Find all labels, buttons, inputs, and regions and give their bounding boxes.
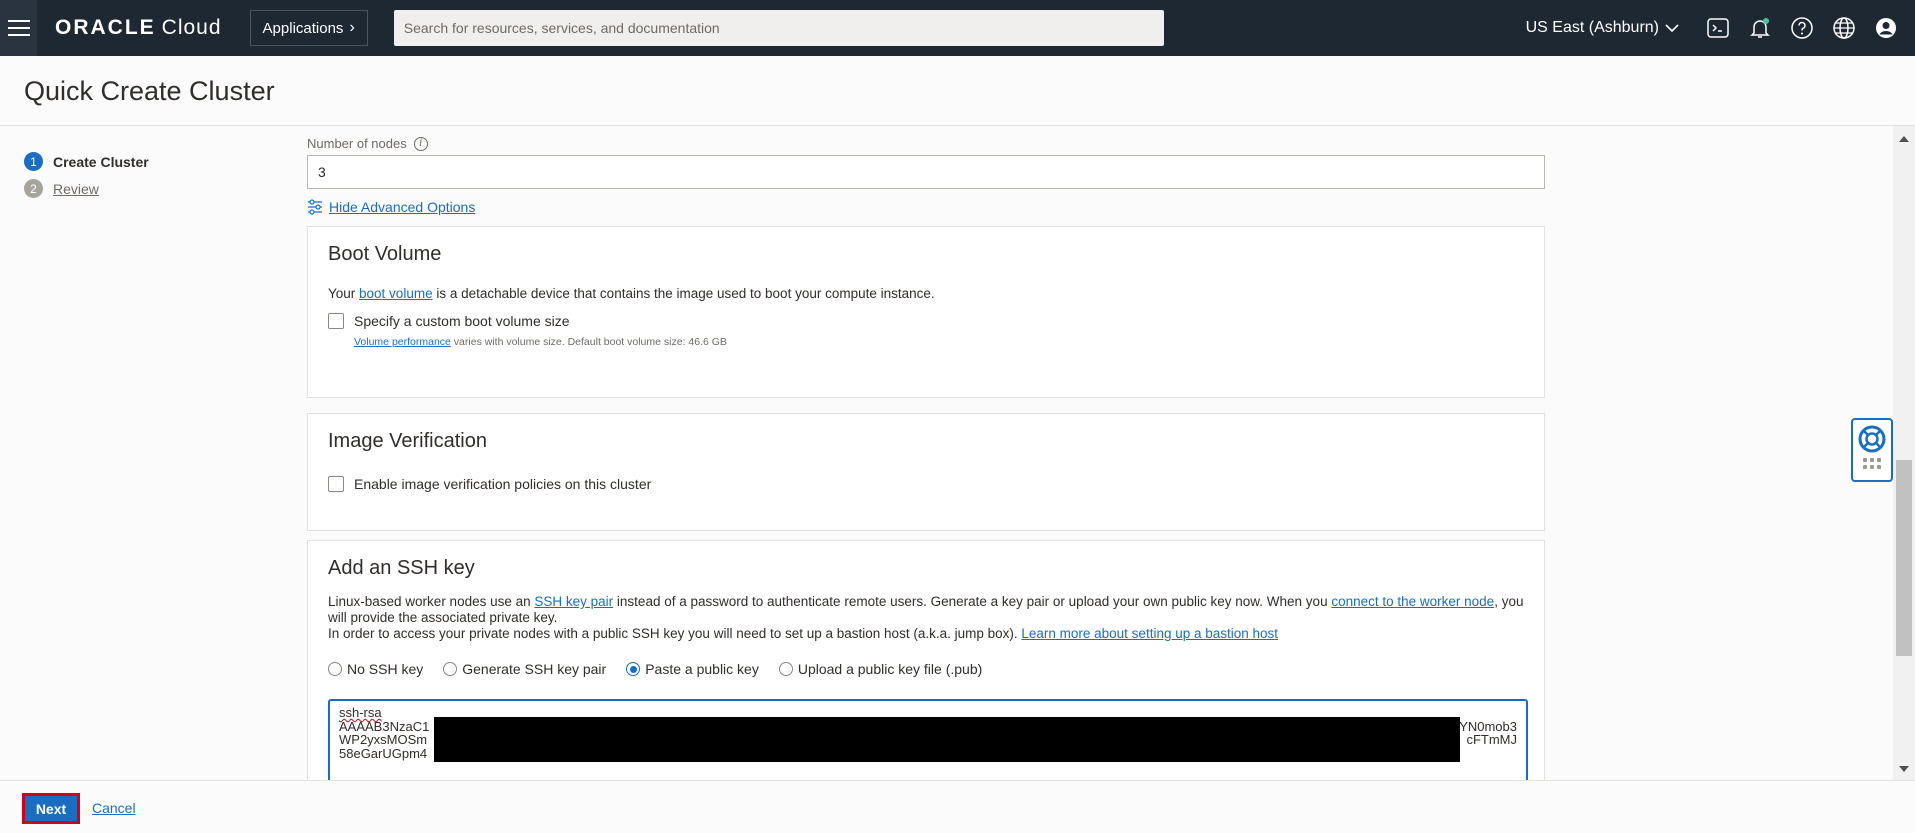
ssh-key-description: Linux-based worker nodes use an SSH key … <box>328 594 1528 642</box>
key-text: YN0mob3 <box>1459 718 1517 734</box>
step-label: Review <box>53 180 99 197</box>
boot-volume-link[interactable]: boot volume <box>359 286 433 301</box>
boot-volume-hint-text: varies with volume size. Default boot vo… <box>450 336 727 348</box>
connect-worker-node-link[interactable]: connect to the worker node <box>1331 594 1494 609</box>
oracle-cloud-logo[interactable]: ORACLE Cloud <box>55 16 222 40</box>
radio-label: Paste a public key <box>645 661 759 677</box>
step-number: 2 <box>24 179 43 198</box>
cloud-shell-icon[interactable] <box>1705 15 1731 41</box>
language-globe-icon[interactable] <box>1831 15 1857 41</box>
redaction-block <box>434 717 1460 762</box>
page-title: Quick Create Cluster <box>24 76 275 106</box>
radio-button[interactable] <box>328 662 342 676</box>
radio-upload-public-key-file[interactable]: Upload a public key file (.pub) <box>778 661 983 677</box>
help-widget[interactable] <box>1851 418 1893 482</box>
nodes-label: Number of nodes <box>307 136 407 151</box>
radio-label: Upload a public key file (.pub) <box>797 661 983 677</box>
applications-label: Applications <box>262 19 344 37</box>
radio-paste-public-key[interactable]: Paste a public key <box>626 661 759 677</box>
wizard-footer: Next Cancel <box>0 780 1915 833</box>
key-text: AAAAB3NzaC1 <box>339 718 430 734</box>
scroll-down-arrow-icon[interactable] <box>1899 766 1909 772</box>
radio-generate-ssh-key-pair[interactable]: Generate SSH key pair <box>443 661 606 677</box>
step-label: Create Cluster <box>53 153 149 170</box>
nodes-value: 3 <box>318 164 326 180</box>
step-create-cluster[interactable]: 1 Create Cluster <box>24 148 149 175</box>
key-type: ssh-rsa <box>339 705 382 720</box>
custom-boot-volume-label: Specify a custom boot volume size <box>354 313 570 329</box>
menu-icon[interactable] <box>0 0 37 56</box>
key-text: 58eGarUGpm4 <box>339 745 428 761</box>
drag-handle-icon[interactable] <box>1863 458 1881 469</box>
ssh-key-options: No SSH key Generate SSH key pair Paste a… <box>328 661 982 677</box>
step-number: 1 <box>24 152 43 171</box>
radio-label: No SSH key <box>347 661 424 677</box>
ssh-text-a: Linux-based worker nodes use an <box>328 594 535 609</box>
boot-volume-panel: Boot Volume Your boot volume is a detach… <box>307 226 1545 398</box>
radio-no-ssh-key[interactable]: No SSH key <box>328 661 423 677</box>
image-verification-title: Image Verification <box>328 430 487 452</box>
region-label: US East (Ashburn) <box>1525 19 1659 36</box>
scrollbar-thumb[interactable] <box>1896 460 1912 656</box>
lifebuoy-icon <box>1858 425 1886 453</box>
bastion-text: In order to access your private nodes wi… <box>328 626 1022 641</box>
region-selector[interactable]: US East (Ashburn) <box>1526 19 1679 37</box>
help-icon[interactable] <box>1789 15 1815 41</box>
main-scrollbar[interactable] <box>1893 126 1915 780</box>
ssh-text-b: instead of a password to authenticate re… <box>613 594 1332 609</box>
boot-volume-text-prefix: Your <box>328 286 360 301</box>
ssh-public-key-textarea[interactable]: ssh-rsa AAAAB3NzaC1 YN0mob3 WP2yxsMOSm cFT… <box>328 699 1528 780</box>
hide-advanced-options-link[interactable]: Hide Advanced Options <box>307 199 475 215</box>
radio-button[interactable] <box>778 662 793 676</box>
next-button[interactable]: Next <box>22 793 80 824</box>
ssh-key-title: Add an SSH key <box>328 557 475 579</box>
ssh-key-pair-link[interactable]: SSH key pair <box>534 594 613 609</box>
info-icon[interactable]: i <box>413 136 428 151</box>
user-profile-icon[interactable] <box>1873 15 1899 41</box>
key-text: WP2yxsMOSm <box>339 732 428 747</box>
boot-volume-description: Your boot volume is a detachable device … <box>328 286 935 301</box>
notifications-bell-icon[interactable] <box>1747 15 1773 41</box>
cancel-link[interactable]: Cancel <box>92 800 136 816</box>
custom-boot-volume-checkbox[interactable] <box>328 313 344 329</box>
logo-brand: ORACLE <box>55 16 156 39</box>
wizard-steps: 1 Create Cluster 2 Review <box>24 148 149 202</box>
boot-volume-hint: Volume performance varies with volume si… <box>354 336 727 348</box>
image-verification-row[interactable]: Enable image verification policies on th… <box>328 476 651 492</box>
custom-boot-volume-row[interactable]: Specify a custom boot volume size <box>328 313 570 329</box>
search-placeholder: Search for resources, services, and docu… <box>403 20 720 36</box>
boot-volume-text-suffix: is a detachable device that contains the… <box>432 286 935 301</box>
advanced-options-label: Hide Advanced Options <box>329 199 476 215</box>
search-input[interactable]: Search for resources, services, and docu… <box>393 10 1164 46</box>
radio-button[interactable] <box>443 662 458 676</box>
chevron-down-icon <box>1665 24 1679 33</box>
bastion-host-link[interactable]: Learn more about setting up a bastion ho… <box>1021 626 1278 641</box>
top-navigation-bar: ORACLE Cloud Applications › Search for r… <box>0 0 1915 56</box>
page-header: Quick Create Cluster <box>0 56 1915 126</box>
scroll-up-arrow-icon[interactable] <box>1899 136 1909 142</box>
logo-product: Cloud <box>161 16 222 39</box>
applications-button[interactable]: Applications › <box>249 10 368 46</box>
nodes-field-label: Number of nodes i <box>307 136 428 151</box>
radio-button-selected[interactable] <box>626 662 641 676</box>
chevron-right-icon: › <box>349 19 355 36</box>
number-of-nodes-input[interactable]: 3 <box>307 155 1545 189</box>
ssh-key-panel: Add an SSH key Linux-based worker nodes … <box>307 540 1545 780</box>
sliders-icon <box>308 199 322 215</box>
key-text: cFTmMJ <box>1466 732 1517 747</box>
volume-performance-link[interactable]: Volume performance <box>354 336 451 348</box>
boot-volume-title: Boot Volume <box>328 243 442 265</box>
image-verification-label: Enable image verification policies on th… <box>354 476 652 492</box>
radio-label: Generate SSH key pair <box>462 661 607 677</box>
main-content: Number of nodes i 3 Hide Advanced Option… <box>307 126 1545 780</box>
step-review[interactable]: 2 Review <box>24 175 149 202</box>
image-verification-panel: Image Verification Enable image verifica… <box>307 413 1545 531</box>
image-verification-checkbox[interactable] <box>328 476 344 492</box>
